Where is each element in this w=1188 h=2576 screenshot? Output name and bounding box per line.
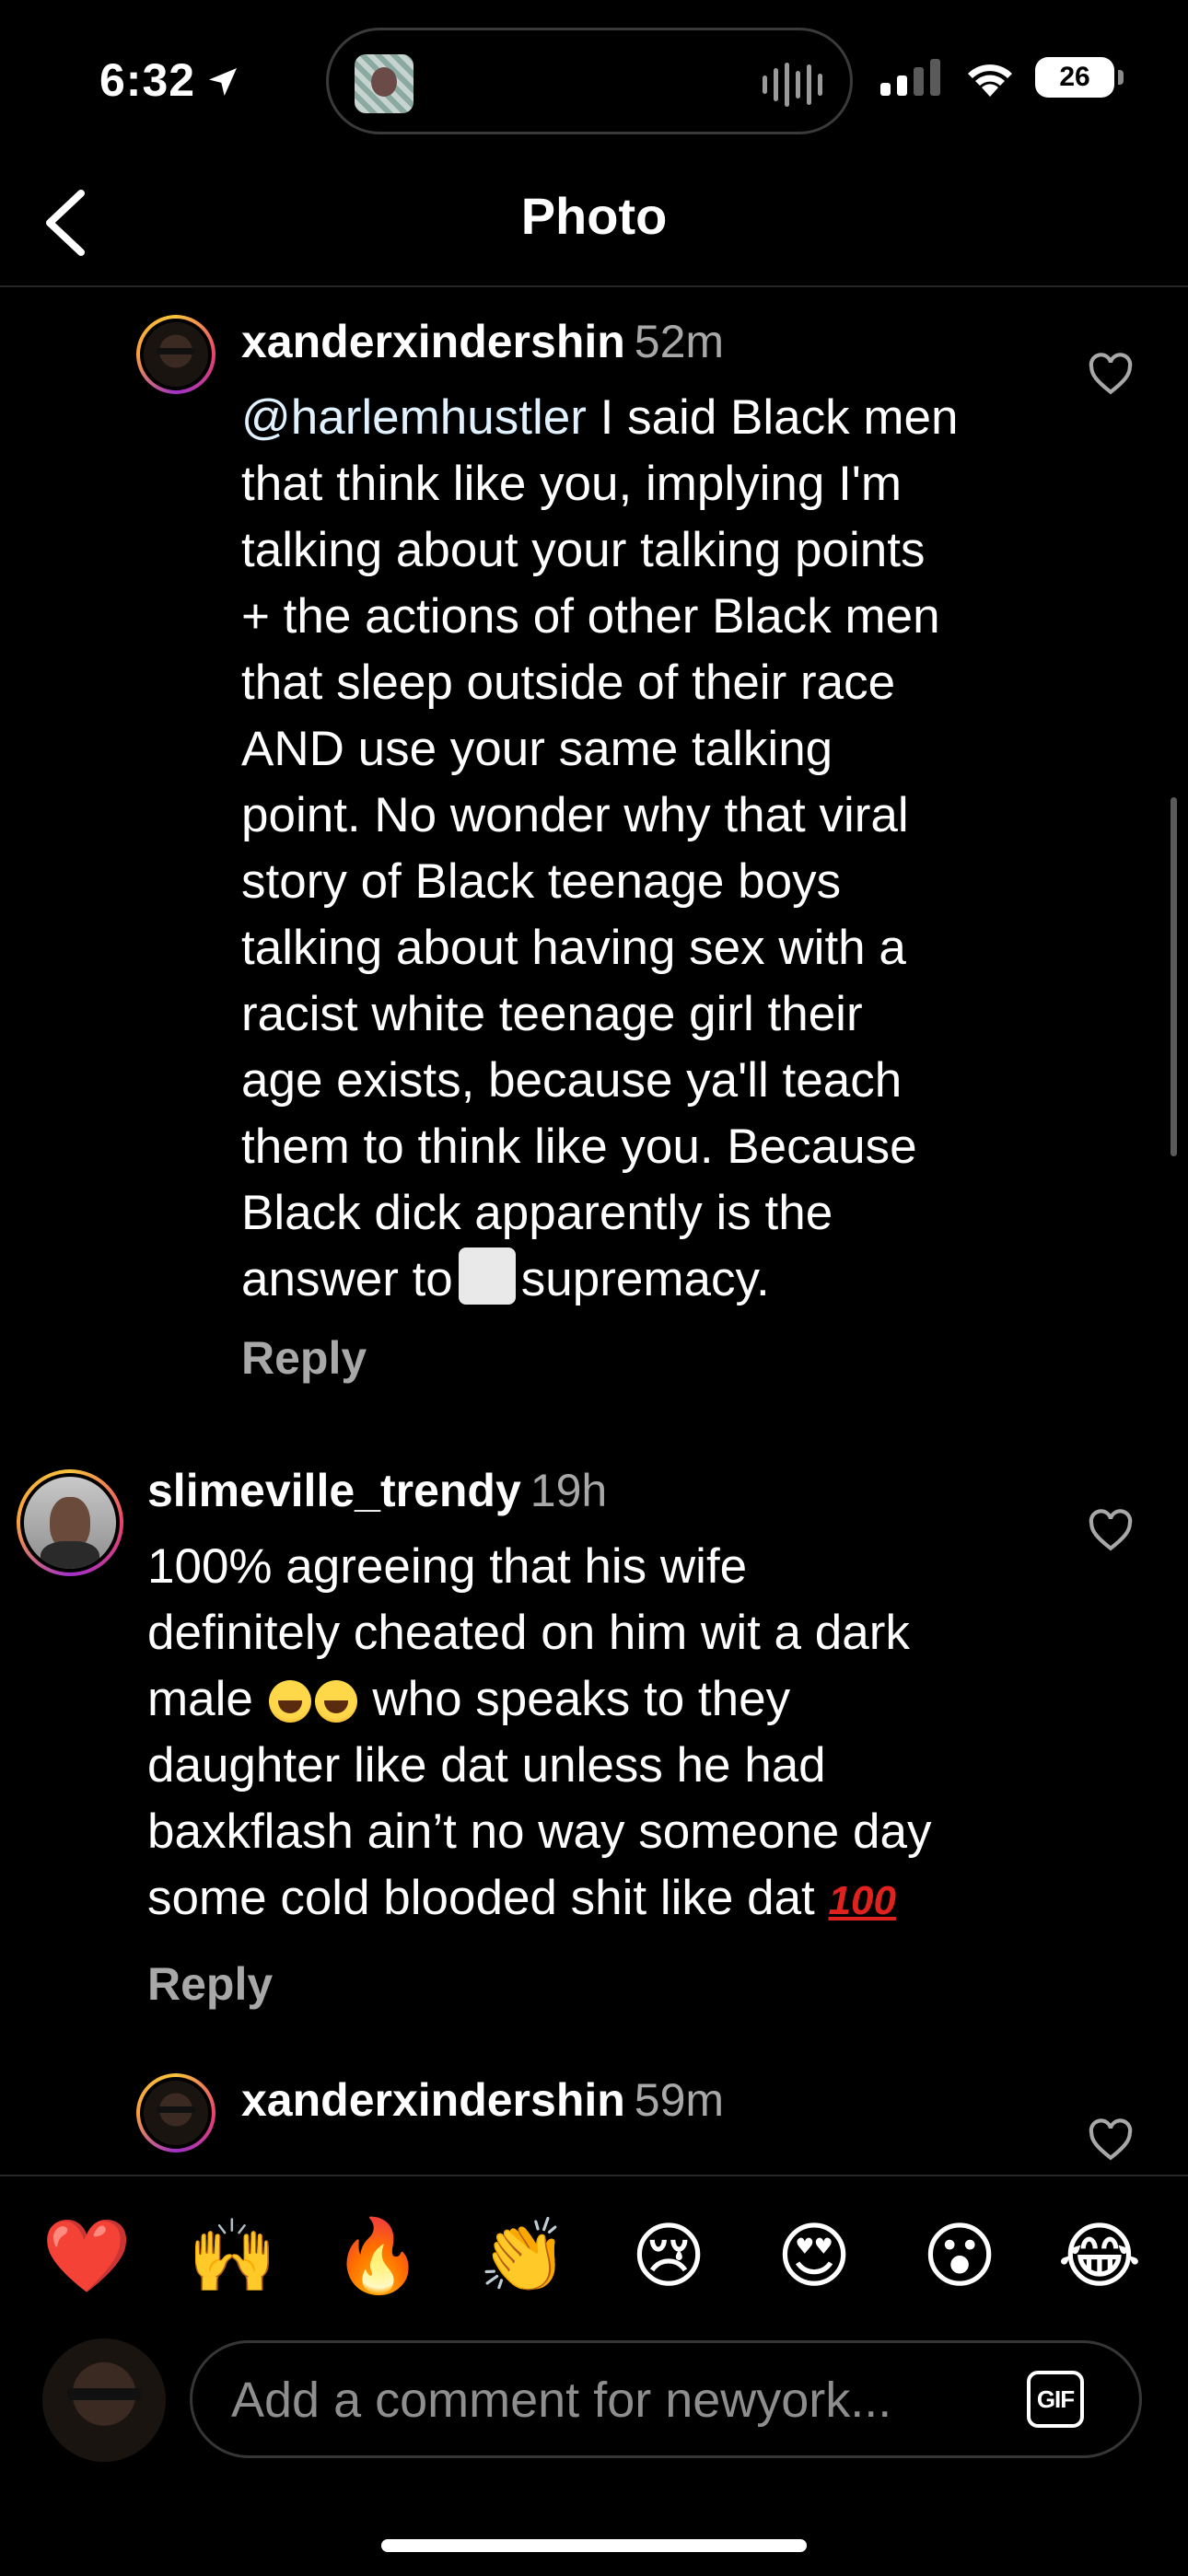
avatar-image: [140, 319, 212, 390]
avatar-image: [20, 1473, 120, 1572]
heart-eyes-emoji-button[interactable]: 😍: [770, 2211, 858, 2300]
laughing-emoji: [314, 1680, 357, 1723]
gif-button[interactable]: GIF: [1027, 2371, 1084, 2428]
avatar[interactable]: [136, 2073, 215, 2152]
heart-emoji-button[interactable]: ❤️: [41, 2211, 131, 2300]
comment-list[interactable]: xanderxindershin 52m @harlemhustler I sai…: [0, 287, 1188, 2175]
comment-text: 100% agreeing that his wife definitely c…: [147, 1539, 932, 1925]
status-time: 6:32: [99, 53, 241, 107]
username[interactable]: xanderxindershin: [241, 316, 625, 367]
fire-emoji-button[interactable]: 🔥: [332, 2211, 422, 2300]
like-button[interactable]: [1083, 2112, 1138, 2167]
quick-emoji-bar: ❤️ 🙌 🔥 👏 😢 😍 😮 😂: [0, 2211, 1188, 2303]
battery-tip: [1118, 70, 1124, 85]
crying-emoji-button[interactable]: 😢: [624, 2211, 713, 2300]
raised-hands-emoji-button[interactable]: 🙌: [187, 2211, 276, 2300]
audio-waveform-icon: [763, 62, 822, 108]
comment-header: slimeville_trendy 19h: [147, 1464, 607, 1517]
heart-icon: [1089, 353, 1133, 395]
username[interactable]: xanderxindershin: [241, 2074, 625, 2126]
clapping-emoji-button[interactable]: 👏: [478, 2211, 567, 2300]
home-indicator: [381, 2539, 807, 2552]
dynamic-island[interactable]: [326, 28, 853, 134]
avatar[interactable]: [136, 315, 215, 394]
reply-button[interactable]: Reply: [147, 1957, 273, 2011]
comment-header: xanderxindershin 59m: [241, 2073, 724, 2127]
heart-icon: [1089, 1509, 1133, 1551]
comment-reply: xanderxindershin 59m: [0, 2046, 1188, 2175]
status-indicators: 26: [880, 57, 1124, 98]
laughing-emoji: [268, 1680, 311, 1723]
surprised-emoji-button[interactable]: 😮: [915, 2211, 1004, 2300]
scrollbar[interactable]: [1171, 797, 1177, 1156]
now-playing-thumbnail: [355, 54, 413, 113]
cellular-signal-icon: [880, 59, 940, 96]
laughing-emoji-button[interactable]: 😂: [1055, 2211, 1144, 2300]
battery-level: 26: [1059, 62, 1090, 92]
mention-link[interactable]: @harlemhustler: [241, 390, 587, 445]
avatar-image: [140, 2077, 212, 2149]
comment-text: @harlemhustler I said Black men that thi…: [241, 390, 959, 1306]
wifi-icon: [968, 64, 1012, 97]
heart-icon: [1089, 2118, 1133, 2161]
comment: slimeville_trendy 19h 100% agreeing that …: [0, 1438, 1188, 2046]
status-time-label: 6:32: [99, 54, 196, 106]
current-user-avatar: [42, 2338, 166, 2462]
comment-input-container: GIF: [190, 2340, 1142, 2458]
comment-reply: xanderxindershin 52m @harlemhustler I sai…: [0, 287, 1188, 1438]
comment-time: 59m: [634, 2074, 725, 2126]
comment-composer: ❤️ 🙌 🔥 👏 😢 😍 😮 😂 GIF: [0, 2175, 1188, 2576]
location-arrow-icon: [209, 68, 238, 96]
battery-icon: 26: [1035, 57, 1114, 98]
username[interactable]: slimeville_trendy: [147, 1465, 521, 1516]
like-button[interactable]: [1083, 346, 1138, 401]
comment-time: 52m: [634, 316, 725, 367]
white-square-emoji: [458, 1247, 516, 1305]
reply-button[interactable]: Reply: [241, 1331, 367, 1385]
hundred-points-emoji: 100: [828, 1878, 896, 1923]
status-bar: 6:32 26: [0, 0, 1188, 157]
page-title: Photo: [520, 187, 668, 245]
comment-time: 19h: [530, 1465, 608, 1516]
comment-header: xanderxindershin 52m: [241, 315, 724, 368]
avatar[interactable]: [17, 1469, 123, 1576]
like-button[interactable]: [1083, 1503, 1138, 1558]
comment-input[interactable]: [229, 2343, 988, 2457]
nav-header: Photo: [0, 157, 1188, 287]
